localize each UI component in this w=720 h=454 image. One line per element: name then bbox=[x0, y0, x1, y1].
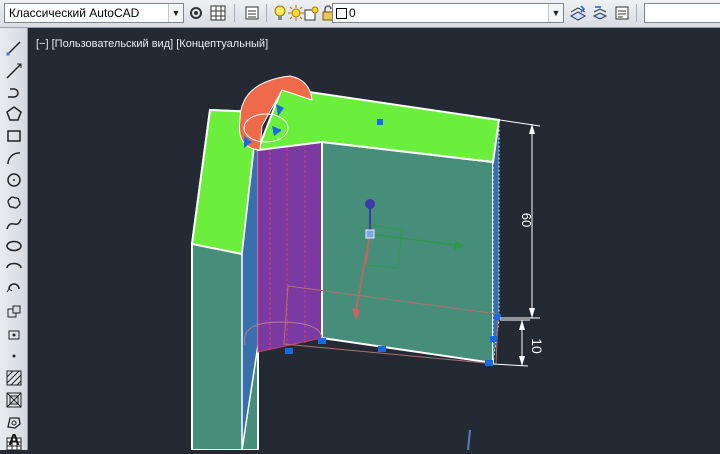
polyline-button[interactable] bbox=[4, 82, 24, 102]
insert-block-icon bbox=[6, 283, 20, 293]
ellipse-button[interactable] bbox=[4, 236, 24, 256]
circle-button[interactable] bbox=[4, 170, 24, 190]
dimension-text-10: 10 bbox=[529, 338, 545, 354]
drawing-canvas[interactable]: 60 10 bbox=[28, 28, 720, 450]
hatch-icon bbox=[6, 370, 22, 386]
workspace-settings-button[interactable] bbox=[186, 3, 206, 23]
gradient-button[interactable] bbox=[4, 390, 24, 410]
make-current-layer-button[interactable] bbox=[568, 3, 588, 23]
grip[interactable] bbox=[378, 346, 386, 352]
polygon-button[interactable] bbox=[4, 104, 24, 124]
layer-previous-icon bbox=[592, 6, 608, 20]
ellipse-icon bbox=[6, 240, 22, 252]
dimension-text-60: 60 bbox=[519, 213, 534, 227]
rectangle-icon bbox=[7, 130, 21, 142]
arc-icon bbox=[7, 152, 21, 165]
gizmo-origin[interactable] bbox=[365, 229, 375, 239]
top-toolbar: Классический AutoCAD ▼ 0 ▼ bbox=[0, 0, 720, 28]
layer-state-button[interactable] bbox=[612, 3, 632, 23]
make-block-icon bbox=[7, 305, 21, 318]
ucs-fragment bbox=[467, 429, 471, 450]
workspace-combo[interactable]: Классический AutoCAD ▼ bbox=[4, 3, 184, 23]
gradient-icon bbox=[6, 392, 22, 408]
point-button[interactable] bbox=[4, 324, 24, 344]
layer-state-icon bbox=[615, 6, 629, 20]
grip[interactable] bbox=[485, 360, 493, 366]
grip[interactable] bbox=[494, 314, 501, 320]
fillet-face bbox=[257, 141, 323, 353]
gizmo-z-handle[interactable] bbox=[365, 199, 375, 209]
point-dot-icon bbox=[12, 354, 16, 358]
grip[interactable] bbox=[490, 336, 497, 342]
circle-icon bbox=[7, 173, 21, 187]
construction-line-icon bbox=[6, 63, 22, 79]
chevron-down-icon[interactable]: ▼ bbox=[168, 4, 183, 22]
ellipse-arc-icon bbox=[6, 262, 22, 269]
layer-combo[interactable]: 0 ▼ bbox=[332, 3, 564, 23]
spline-button[interactable] bbox=[4, 214, 24, 234]
arc-button[interactable] bbox=[4, 148, 24, 168]
line-button[interactable] bbox=[4, 38, 24, 58]
insert-block-button[interactable] bbox=[4, 280, 24, 300]
grip[interactable] bbox=[285, 348, 293, 354]
dimension-60[interactable]: 60 bbox=[499, 119, 541, 319]
workspace-value: Классический AutoCAD bbox=[9, 6, 140, 20]
grip[interactable] bbox=[318, 338, 326, 344]
layer-properties-button[interactable] bbox=[242, 3, 262, 23]
toolbar-button[interactable] bbox=[208, 3, 228, 23]
multiline-text-icon[interactable]: A bbox=[4, 432, 24, 450]
layer-color-swatch bbox=[336, 8, 347, 19]
color-combo[interactable] bbox=[644, 3, 720, 23]
spline-icon bbox=[6, 218, 22, 230]
grid-icon bbox=[210, 5, 226, 21]
hatch-button[interactable] bbox=[4, 368, 24, 388]
chevron-down-icon[interactable]: ▼ bbox=[548, 4, 563, 22]
make-block-button[interactable] bbox=[4, 302, 24, 322]
layer-value: 0 bbox=[349, 6, 356, 20]
line-icon bbox=[6, 41, 21, 56]
layers-icon bbox=[245, 6, 259, 20]
front-face bbox=[321, 140, 494, 365]
layer-current-icon bbox=[569, 5, 587, 21]
point-single-button[interactable] bbox=[4, 346, 24, 366]
layer-previous-button[interactable] bbox=[590, 3, 610, 23]
region-button[interactable] bbox=[4, 412, 24, 432]
revision-cloud-icon bbox=[7, 196, 21, 209]
point-icon bbox=[8, 330, 20, 340]
dimension-10[interactable]: 10 bbox=[492, 319, 545, 367]
ellipse-arc-button[interactable] bbox=[4, 258, 24, 278]
region-icon bbox=[7, 417, 21, 429]
grip[interactable] bbox=[377, 119, 383, 125]
polygon-icon bbox=[6, 106, 22, 121]
rectangle-button[interactable] bbox=[4, 126, 24, 146]
polyline-icon bbox=[8, 88, 19, 98]
draw-toolbar bbox=[0, 28, 28, 451]
gear-icon bbox=[190, 7, 202, 19]
construction-line-button[interactable] bbox=[4, 61, 24, 81]
revision-cloud-button[interactable] bbox=[4, 192, 24, 212]
